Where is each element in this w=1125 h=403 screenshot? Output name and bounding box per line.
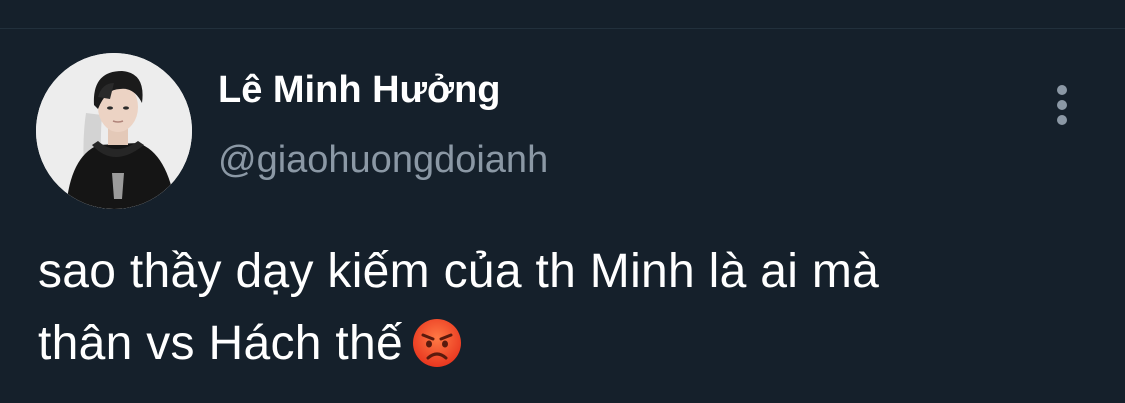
tweet-text-line-2: thân vs Hách thế (38, 308, 1098, 390)
more-options-button[interactable] (1044, 80, 1080, 128)
tweet-text: sao thầy dạy kiếm của th Minh là ai mà t… (38, 236, 1098, 390)
avatar-photo (36, 53, 192, 209)
angry-face-emoji-icon (411, 317, 463, 390)
more-vertical-icon (1057, 85, 1067, 95)
tweet-card: Lê Minh Hưởng @giaohuongdoianh sao thầy … (0, 0, 1125, 403)
tweet-text-line-1: sao thầy dạy kiếm của th Minh là ai mà (38, 245, 880, 298)
avatar[interactable] (36, 53, 192, 209)
more-vertical-icon-dot (1057, 100, 1067, 110)
more-vertical-icon-dot (1057, 115, 1067, 125)
tweet-text-line-2-text: thân vs Hách thế (38, 317, 404, 370)
display-name[interactable]: Lê Minh Hưởng (218, 66, 501, 114)
username-handle[interactable]: @giaohuongdoianh (218, 136, 548, 184)
